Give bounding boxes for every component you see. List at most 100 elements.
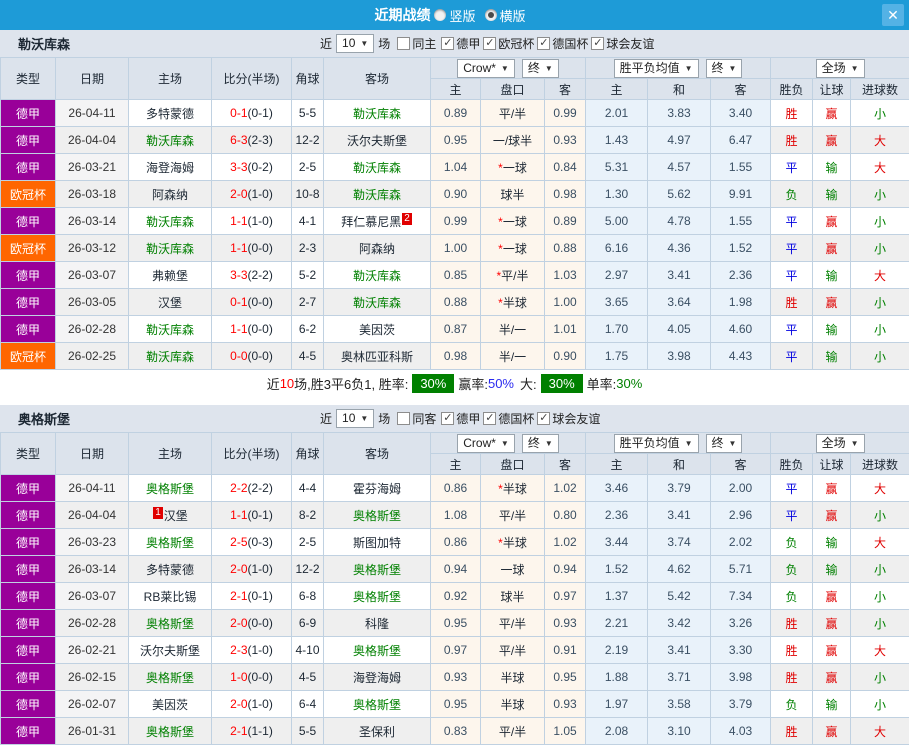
corner-cell: 6-9 [292, 610, 324, 637]
match-row: 德甲26-03-07RB莱比锡2-1(0-1)6-8奥格斯堡0.92球半0.97… [1, 583, 909, 610]
checkbox-checked-icon[interactable]: ✓ [537, 412, 550, 425]
filter-competition[interactable]: ✓德甲 [441, 35, 480, 52]
match-row: 欧冠杯26-03-18阿森纳2-0(1-0)10-8勒沃库森0.90球半0.98… [1, 181, 909, 208]
odds-source-select[interactable]: Crow*▼ [457, 434, 515, 453]
home-odds-cell: 0.94 [431, 556, 481, 583]
avg-source-select[interactable]: 胜平负均值▼ [614, 59, 699, 78]
score-cell: 1-0(0-0) [212, 664, 292, 691]
half-time-score: (1-0) [248, 214, 273, 228]
handicap-result-cell: 赢 [813, 208, 851, 235]
filter-competition[interactable]: ✓欧冠杯 [483, 35, 534, 52]
avg-lose-cell: 5.71 [711, 556, 771, 583]
corner-cell: 4-5 [292, 664, 324, 691]
odds-stage-select[interactable]: 终▼ [522, 59, 559, 78]
full-time-score: 2-0 [230, 187, 247, 201]
goals-result-cell: 小 [851, 316, 909, 343]
games-count-select[interactable]: 10▼ [336, 34, 374, 53]
date-cell: 26-03-05 [56, 289, 129, 316]
handicap-name: 球半 [500, 188, 524, 202]
score-cell: 2-5(0-3) [212, 529, 292, 556]
odds-stage-select[interactable]: 终▼ [522, 434, 559, 453]
scope-select[interactable]: 全场▼ [816, 59, 865, 78]
avg-draw-cell: 5.62 [648, 181, 711, 208]
match-row: 德甲26-04-04勒沃库森6-3(2-3)12-2沃尔夫斯堡0.95一/球半0… [1, 127, 909, 154]
league-type-cell: 德甲 [1, 475, 56, 502]
goals-result-cell: 小 [851, 289, 909, 316]
checkbox-unchecked-icon[interactable] [397, 412, 410, 425]
filter-same-venue[interactable]: 同客 [397, 410, 436, 427]
handicap-name: 平/半 [499, 107, 526, 121]
away-odds-cell: 0.90 [545, 343, 586, 370]
checkbox-checked-icon[interactable]: ✓ [537, 37, 550, 50]
handicap-cell: 球半 [481, 583, 545, 610]
goals-result-cell: 小 [851, 664, 909, 691]
league-type-cell: 欧冠杯 [1, 181, 56, 208]
away-team-cell: 圣保利 [324, 718, 431, 745]
goals-result-cell: 小 [851, 583, 909, 610]
odds-source-select[interactable]: Crow*▼ [457, 59, 515, 78]
handicap-result-cell: 赢 [813, 127, 851, 154]
games-count-select[interactable]: 10▼ [336, 409, 374, 428]
score-cell: 2-1(0-1) [212, 583, 292, 610]
away-team-name: 拜仁慕尼黑 [341, 215, 401, 229]
layout-radio-vertical[interactable]: 竖版 [434, 6, 475, 25]
filter-same-venue[interactable]: 同主 [397, 35, 436, 52]
home-team-cell: RB莱比锡 [129, 583, 212, 610]
full-time-score: 0-1 [230, 106, 247, 120]
match-row: 德甲26-02-07美因茨2-0(1-0)6-4奥格斯堡0.95半球0.931.… [1, 691, 909, 718]
handicap-result-cell: 赢 [813, 664, 851, 691]
scope-select[interactable]: 全场▼ [816, 434, 865, 453]
match-row: 德甲26-02-21沃尔夫斯堡2-3(1-0)4-10奥格斯堡0.97平/半0.… [1, 637, 909, 664]
result-cell: 胜 [771, 718, 813, 745]
away-team-cell: 奥格斯堡 [324, 502, 431, 529]
avg-source-select[interactable]: 胜平负均值▼ [614, 434, 699, 453]
away-team-cell: 奥格斯堡 [324, 556, 431, 583]
score-cell: 0-1(0-1) [212, 100, 292, 127]
checkbox-unchecked-icon[interactable] [397, 37, 410, 50]
layout-radio-horizontal[interactable]: 横版 [485, 6, 526, 25]
score-cell: 6-3(2-3) [212, 127, 292, 154]
handicap-cell: 半球 [481, 691, 545, 718]
section-header: 勒沃库森 近 10▼ 场 同主 ✓德甲✓欧冠杯✓德国杯✓球会友谊 [0, 30, 909, 57]
filter-competition[interactable]: ✓球会友谊 [591, 35, 654, 52]
sub-header-home-odds: 主 [431, 79, 481, 100]
section-header: 奥格斯堡 近 10▼ 场 同客 ✓德甲✓德国杯✓球会友谊 [0, 405, 909, 432]
checkbox-checked-icon[interactable]: ✓ [591, 37, 604, 50]
checkbox-checked-icon[interactable]: ✓ [483, 37, 496, 50]
handicap-cell: *平/半 [481, 262, 545, 289]
home-odds-cell: 0.88 [431, 289, 481, 316]
filter-competition[interactable]: ✓德国杯 [483, 410, 534, 427]
away-odds-cell: 1.00 [545, 289, 586, 316]
avg-stage-select[interactable]: 终▼ [706, 59, 743, 78]
checkbox-checked-icon[interactable]: ✓ [441, 37, 454, 50]
date-cell: 26-02-28 [56, 316, 129, 343]
match-row: 德甲26-03-07弗赖堡3-3(2-2)5-2勒沃库森0.85*平/半1.03… [1, 262, 909, 289]
score-cell: 2-0(1-0) [212, 556, 292, 583]
filter-competition[interactable]: ✓球会友谊 [537, 410, 600, 427]
handicap-result-cell: 输 [813, 529, 851, 556]
goals-result-cell: 大 [851, 154, 909, 181]
filter-competition[interactable]: ✓德国杯 [537, 35, 588, 52]
record-summary: 近10场,胜3平6负1, 胜率: 30% 赢率:50% 大: 30% 单率:30… [0, 370, 909, 397]
avg-lose-cell: 2.02 [711, 529, 771, 556]
corner-cell: 12-2 [292, 556, 324, 583]
avg-lose-cell: 3.40 [711, 100, 771, 127]
avg-win-cell: 2.19 [586, 637, 648, 664]
handicap-name: 平/半 [499, 644, 526, 658]
match-row: 德甲26-04-041汉堡1-1(0-1)8-2奥格斯堡1.08平/半0.802… [1, 502, 909, 529]
odds-group-header: Crow*▼ 终▼ [431, 433, 586, 454]
full-time-score: 2-0 [230, 616, 247, 630]
away-team-name: 奥格斯堡 [353, 590, 401, 604]
filter-competition[interactable]: ✓德甲 [441, 410, 480, 427]
close-button[interactable]: ✕ [882, 4, 904, 26]
checkbox-checked-icon[interactable]: ✓ [441, 412, 454, 425]
away-odds-cell: 0.93 [545, 691, 586, 718]
avg-stage-select[interactable]: 终▼ [706, 434, 743, 453]
away-odds-cell: 1.03 [545, 262, 586, 289]
away-odds-cell: 0.93 [545, 610, 586, 637]
away-team-name: 沃尔夫斯堡 [347, 134, 407, 148]
away-team-cell: 勒沃库森 [324, 262, 431, 289]
half-time-score: (1-0) [248, 697, 273, 711]
match-row: 德甲26-04-11奥格斯堡2-2(2-2)4-4霍芬海姆0.86*半球1.02… [1, 475, 909, 502]
checkbox-checked-icon[interactable]: ✓ [483, 412, 496, 425]
